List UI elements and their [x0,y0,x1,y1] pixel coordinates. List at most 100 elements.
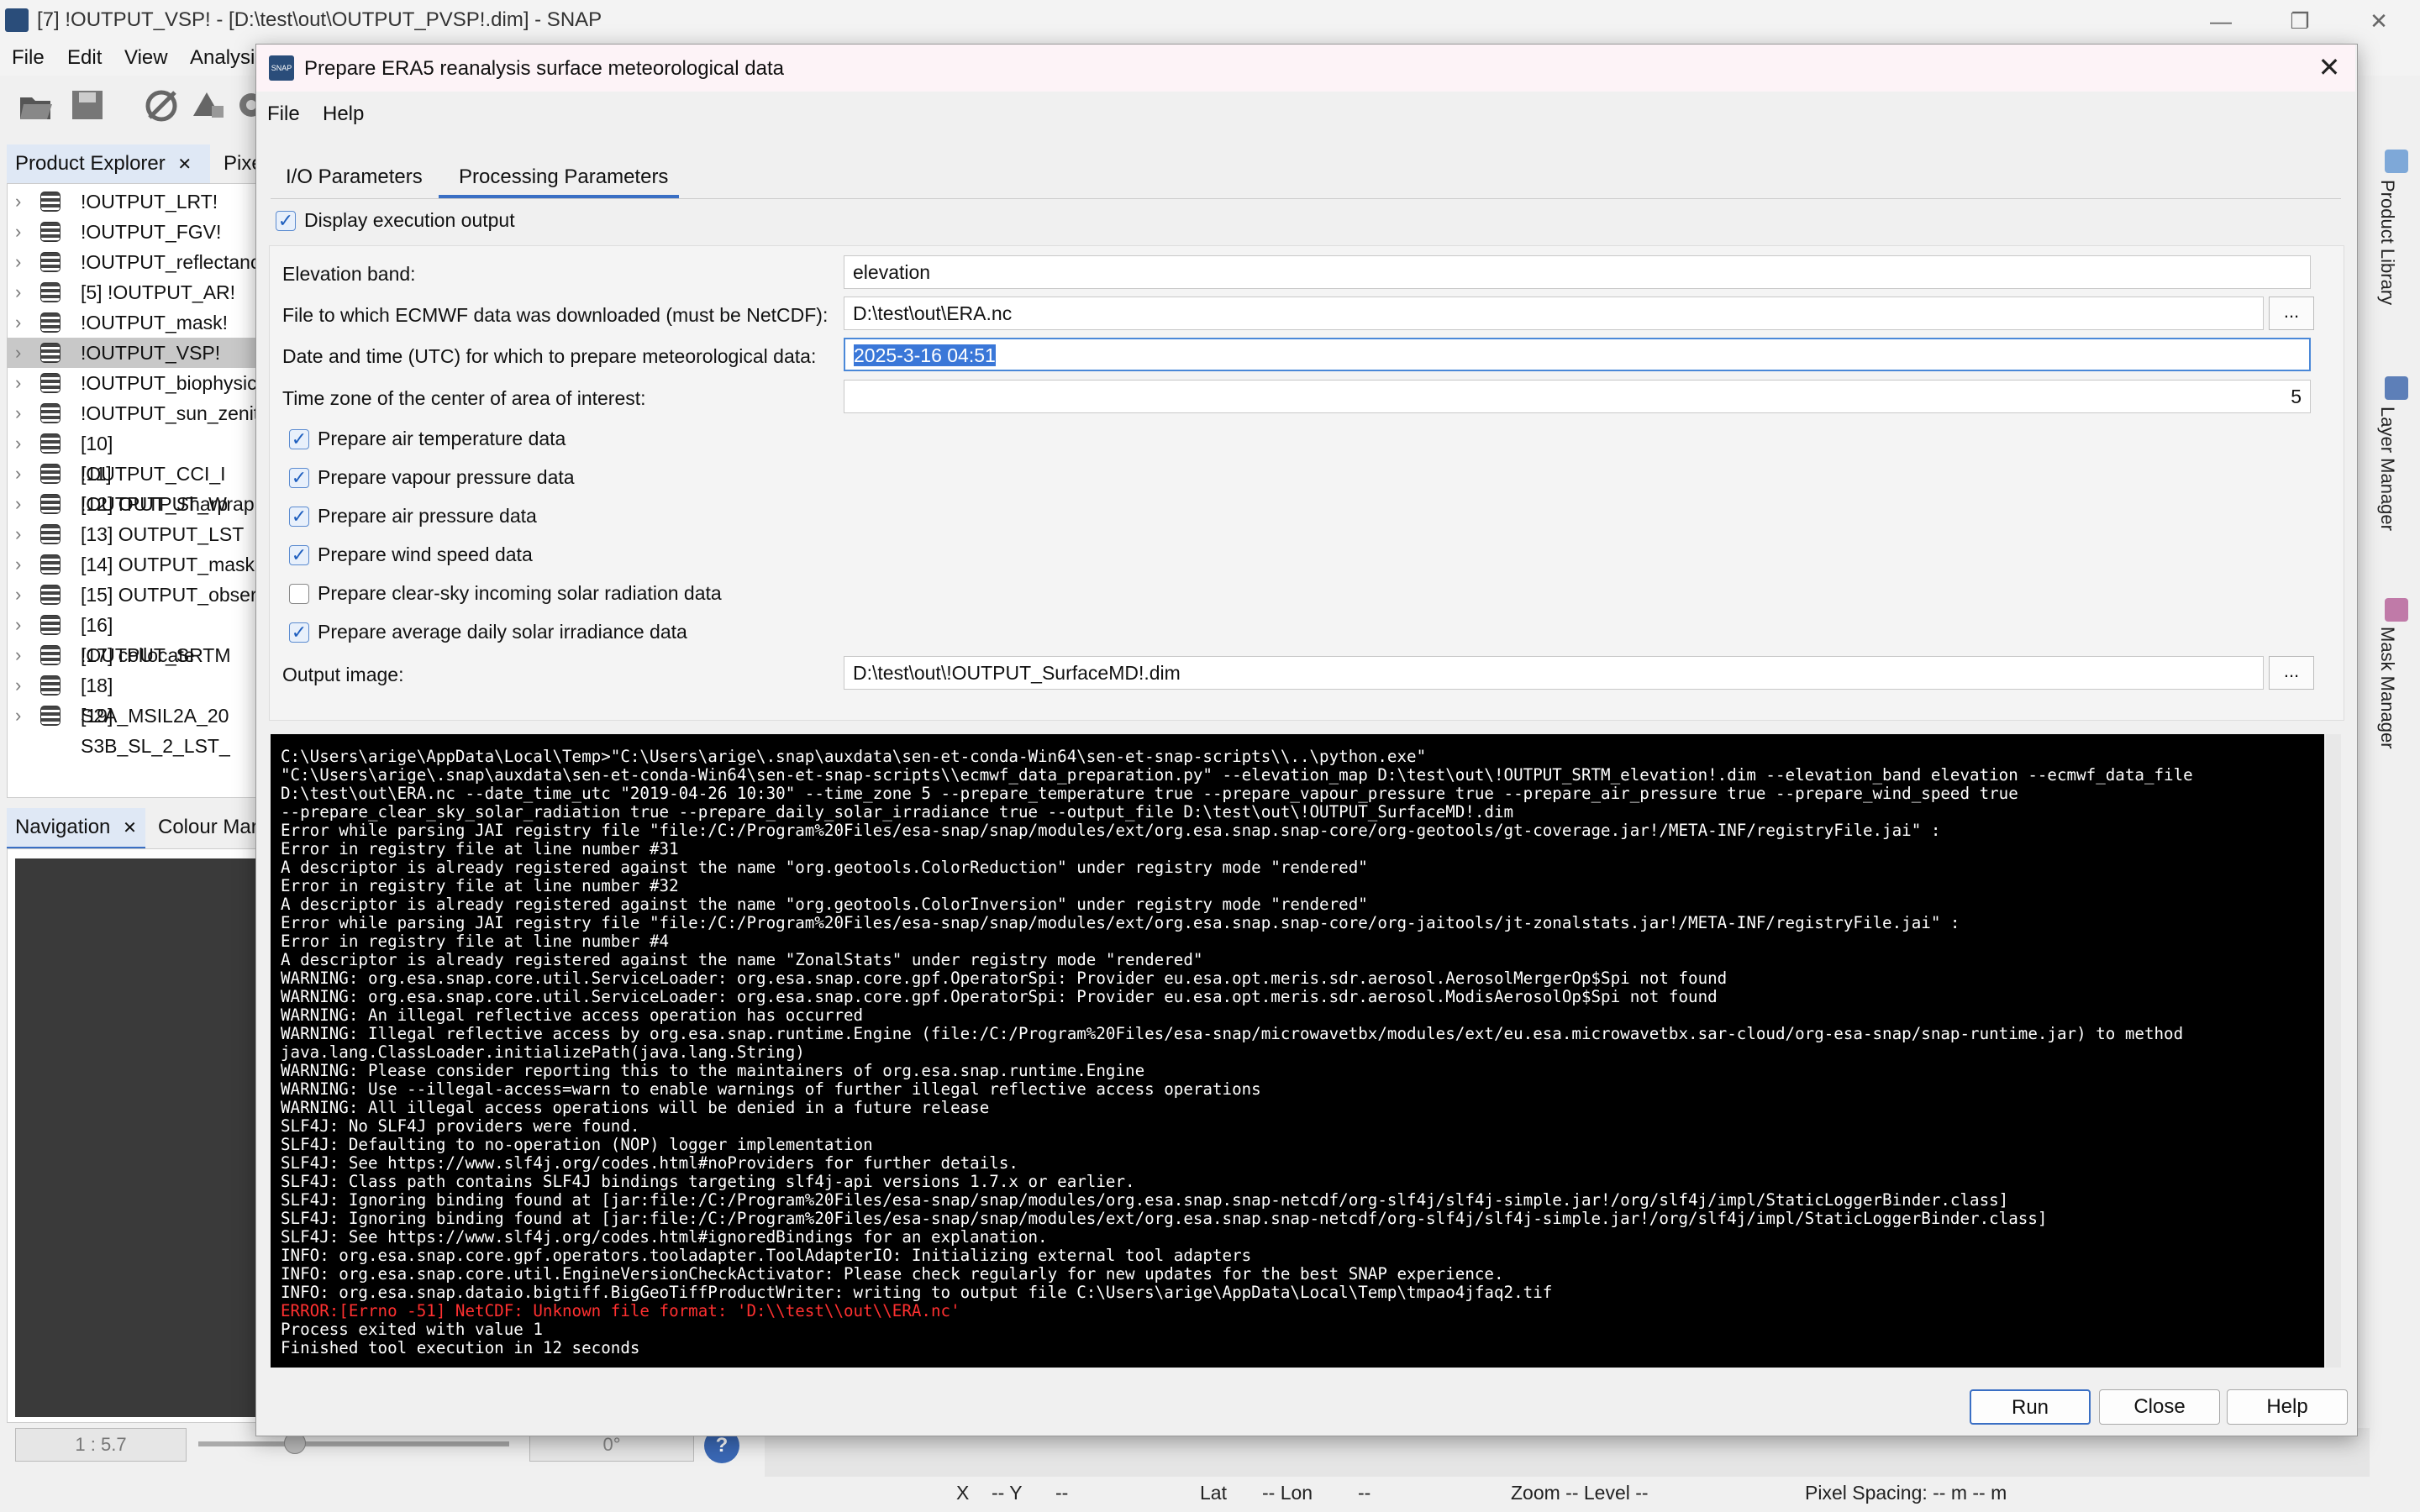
console-line: SLF4J: Defaulting to no-operation (NOP) … [281,1135,873,1154]
product-row[interactable]: › !OUTPUT_reflectanc [7,247,260,277]
product-database-icon [40,675,60,696]
tab-io-parameters[interactable]: I/O Parameters [286,158,423,197]
chevron-right-icon[interactable]: › [15,338,21,368]
status-lat-label: Lat [1200,1482,1227,1504]
chevron-right-icon[interactable]: › [15,640,21,670]
close-tab-icon[interactable]: ✕ [123,819,137,837]
elevation-band-field[interactable]: elevation [844,255,2311,289]
product-label: !OUTPUT_mask! [81,312,229,333]
close-tab-icon[interactable]: ✕ [177,155,192,174]
help-button[interactable]: Help [2227,1389,2348,1425]
product-row[interactable]: › !OUTPUT_VSP! [7,338,259,368]
chevron-right-icon[interactable]: › [15,186,21,217]
close-window-button[interactable]: ✕ [2341,0,2417,42]
chevron-right-icon[interactable]: › [15,610,21,640]
chevron-right-icon[interactable]: › [15,489,21,519]
product-row[interactable]: › [17] collocate [7,640,259,670]
console-line: java.lang.ClassLoader.initializePath(jav… [281,1042,805,1062]
option-checkbox[interactable]: ✓ [289,429,309,449]
zoom-slider[interactable] [198,1441,509,1446]
chevron-right-icon[interactable]: › [15,368,21,398]
time-zone-label: Time zone of the center of area of inter… [282,387,646,409]
tab-navigation[interactable]: Navigation ✕ [7,808,145,849]
chevron-right-icon[interactable]: › [15,428,21,459]
chevron-right-icon[interactable]: › [15,670,21,701]
tab-mask-manager[interactable]: Mask Manager [2376,627,2398,749]
console-line: WARNING: Please consider reporting this … [281,1061,1145,1080]
navigation-preview[interactable] [15,858,259,1417]
product-row[interactable]: › !OUTPUT_sun_zenit [7,398,259,428]
dialog-close-icon[interactable]: ✕ [2312,50,2346,84]
console-line: Error in registry file at line number #3… [281,876,679,895]
product-database-icon [40,252,60,272]
product-row[interactable]: › !OUTPUT_FGV! [7,217,259,247]
tab-layer-manager[interactable]: Layer Manager [2376,407,2398,531]
ecmwf-file-browse-button[interactable]: ... [2269,297,2314,330]
date-time-field[interactable]: 2025-3-16 04:51 [844,338,2311,371]
graph-builder-icon[interactable] [143,86,182,124]
product-database-icon [40,645,60,665]
menu-file[interactable]: File [12,46,45,70]
display-output-label: Display execution output [304,209,515,231]
restore-button[interactable]: ❐ [2262,0,2338,42]
option-checkbox[interactable]: ✓ [289,622,309,643]
close-button[interactable]: Close [2099,1389,2220,1425]
product-row[interactable]: › [10] !OUTPUT_CCI_I [7,428,259,485]
chevron-right-icon[interactable]: › [15,277,21,307]
menu-analysis[interactable]: Analysi [190,46,255,70]
tab-product-explorer[interactable]: Product Explorer ✕ [7,144,210,186]
time-zone-field[interactable]: 5 [844,380,2311,413]
tab-processing-parameters[interactable]: Processing Parameters [459,158,668,197]
chevron-right-icon[interactable]: › [15,580,21,610]
option-checkbox[interactable]: ✓ [289,545,309,565]
chevron-right-icon[interactable]: › [15,247,21,277]
product-row[interactable]: › [13] OUTPUT_LST [7,519,259,549]
chevron-right-icon[interactable]: › [15,217,21,247]
product-label: !OUTPUT_biophysic [81,372,257,394]
chevron-right-icon[interactable]: › [15,307,21,338]
open-product-icon[interactable] [17,86,55,124]
product-row[interactable]: › [12] OUTPUT_Wrap [7,489,259,519]
minimize-button[interactable]: — [2183,0,2259,42]
product-database-icon [40,615,60,635]
save-product-icon[interactable] [69,86,108,124]
option-checkbox[interactable]: ✓ [289,507,309,527]
menu-view[interactable]: View [124,46,168,70]
ecmwf-file-label: File to which ECMWF data was downloaded … [282,304,829,326]
output-image-browse-button[interactable]: ... [2269,656,2314,690]
chevron-right-icon[interactable]: › [15,519,21,549]
snap-app-icon: SNAP [269,55,294,81]
product-row[interactable]: › [18] S2A_MSIL2A_20 [7,670,259,727]
batch-processing-icon[interactable] [188,86,227,124]
product-row[interactable]: › !OUTPUT_LRT! [7,186,259,217]
tab-colour-manipulation[interactable]: Colour Mar [150,808,266,847]
product-row[interactable]: › !OUTPUT_biophysic [7,368,259,398]
menu-edit[interactable]: Edit [67,46,102,70]
chevron-right-icon[interactable]: › [15,459,21,489]
product-row[interactable]: › [16] !OUTPUT_SRTM [7,610,259,666]
ecmwf-file-field[interactable]: D:\test\out\ERA.nc [844,297,2264,330]
product-row[interactable]: › !OUTPUT_mask! [7,307,259,338]
run-button[interactable]: Run [1970,1389,2091,1425]
layer-manager-icon [2385,376,2408,400]
product-row[interactable]: › [19] S3B_SL_2_LST_ [7,701,259,757]
product-row[interactable]: › [15] OUTPUT_obser [7,580,259,610]
product-row[interactable]: › [5] !OUTPUT_AR! [7,277,259,307]
dialog-menu-help[interactable]: Help [323,102,364,126]
chevron-right-icon[interactable]: › [15,398,21,428]
option-checkbox[interactable] [289,584,309,604]
option-checkbox[interactable]: ✓ [289,468,309,488]
product-row[interactable]: › [11] !OUTPUT_Sharp [7,459,259,515]
product-label: !OUTPUT_reflectanc [81,251,260,273]
scale-field[interactable]: 1 : 5.7 [15,1428,187,1462]
console-scrollbar[interactable] [2326,734,2341,1368]
tab-product-library[interactable]: Product Library [2376,180,2398,305]
display-output-checkbox[interactable]: ✓ [276,211,296,231]
output-image-field[interactable]: D:\test\out\!OUTPUT_SurfaceMD!.dim [844,656,2264,690]
product-row[interactable]: › [14] OUTPUT_mask [7,549,259,580]
dialog-menu-file[interactable]: File [267,102,300,126]
product-label: !OUTPUT_VSP! [81,342,221,364]
chevron-right-icon[interactable]: › [15,549,21,580]
console-line: INFO: org.esa.snap.core.util.EngineVersi… [281,1264,1504,1284]
chevron-right-icon[interactable]: › [15,701,21,731]
